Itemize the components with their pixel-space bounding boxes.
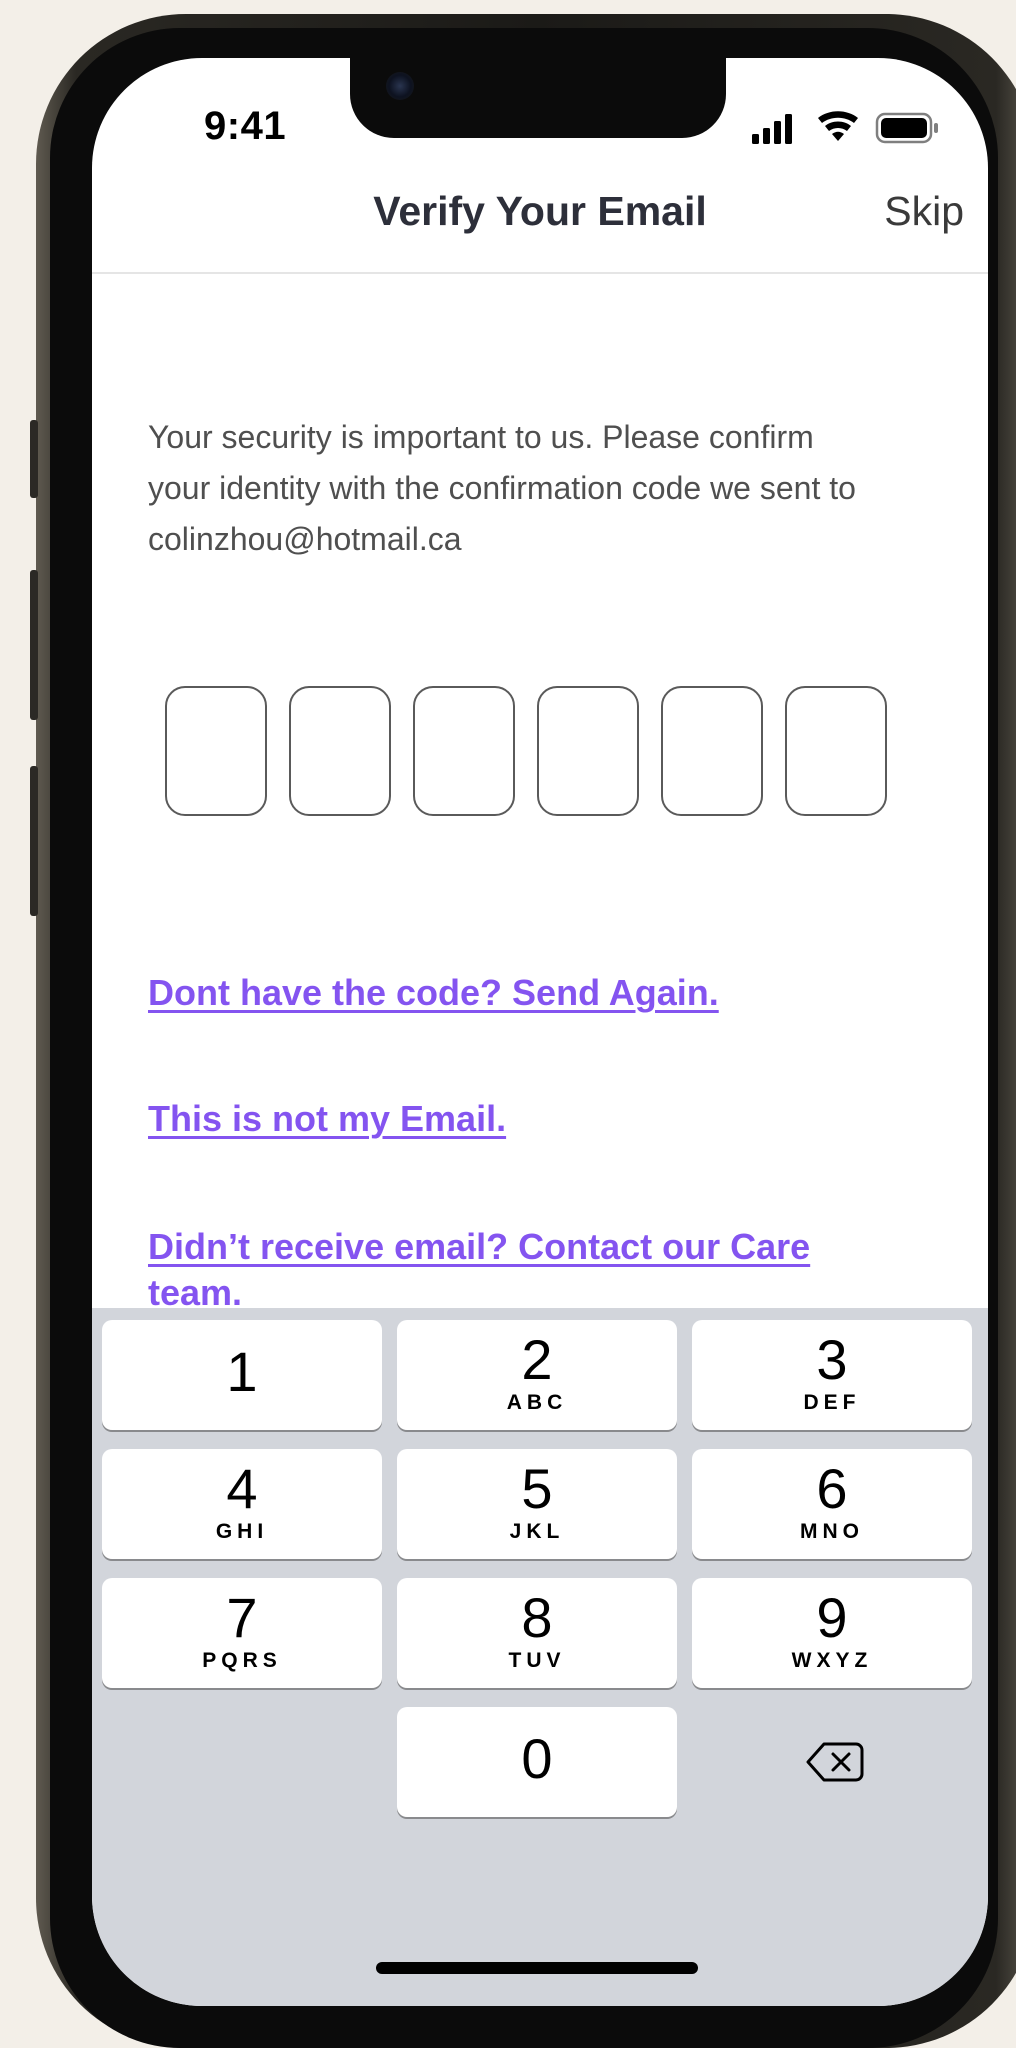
key-6[interactable]: 6 MNO [692,1449,972,1559]
key-digit: 3 [816,1328,848,1391]
key-2[interactable]: 2 ABC [397,1320,677,1430]
screen: 9:41 Verify Your Email Skip Your securit… [92,58,988,2006]
header-divider [92,272,988,274]
key-letters: JKL [509,1520,565,1543]
code-input-row [165,686,887,816]
key-digit: 7 [226,1586,258,1649]
battery-icon [875,112,938,144]
code-digit-input-2[interactable] [289,686,391,816]
home-indicator[interactable] [376,1962,698,1974]
volume-down-button [30,766,38,916]
code-digit-input-1[interactable] [165,686,267,816]
status-icons [752,111,938,144]
contact-care-link[interactable]: Didn’t receive email? Contact our Care t… [148,1224,828,1316]
code-digit-input-3[interactable] [413,686,515,816]
volume-up-button [30,570,38,720]
key-8[interactable]: 8 TUV [397,1578,677,1688]
cellular-signal-icon [752,114,792,144]
status-time: 9:41 [204,104,287,148]
numeric-keypad: 1 2 ABC 3 DEF 4 GHI 5 JKL 6 MNO 7 PQRS 8… [92,1308,988,2006]
key-digit: 1 [226,1340,258,1403]
key-letters: TUV [508,1649,566,1672]
backspace-icon [806,1742,864,1782]
key-digit: 9 [816,1586,848,1649]
intro-text: Your security is important to us. Please… [148,419,856,557]
key-0[interactable]: 0 [397,1707,677,1817]
key-digit: 4 [226,1457,258,1520]
wifi-icon [818,111,858,141]
page-title: Verify Your Email [373,188,707,234]
key-letters: GHI [215,1520,269,1543]
code-digit-input-4[interactable] [537,686,639,816]
not-my-email-link[interactable]: This is not my Email. [148,1096,506,1142]
code-digit-input-5[interactable] [661,686,763,816]
key-4[interactable]: 4 GHI [102,1449,382,1559]
key-5[interactable]: 5 JKL [397,1449,677,1559]
key-1[interactable]: 1 [102,1320,382,1430]
send-again-link[interactable]: Dont have the code? Send Again. [148,970,719,1016]
camera-icon [386,72,414,100]
notch [350,58,726,138]
key-digit: 8 [521,1586,553,1649]
key-7[interactable]: 7 PQRS [102,1578,382,1688]
backspace-key[interactable] [692,1707,972,1817]
key-9[interactable]: 9 WXYZ [692,1578,972,1688]
silent-switch [30,420,38,498]
key-digit: 0 [521,1727,553,1790]
key-letters: DEF [803,1391,861,1414]
key-letters: WXYZ [791,1649,873,1672]
key-3[interactable]: 3 DEF [692,1320,972,1430]
key-digit: 2 [521,1328,553,1391]
code-digit-input-6[interactable] [785,686,887,816]
key-letters: MNO [800,1520,864,1543]
key-letters: PQRS [202,1649,282,1672]
key-digit: 6 [816,1457,848,1520]
skip-button[interactable]: Skip [884,188,964,235]
key-letters: ABC [506,1391,568,1414]
key-digit: 5 [521,1457,553,1520]
